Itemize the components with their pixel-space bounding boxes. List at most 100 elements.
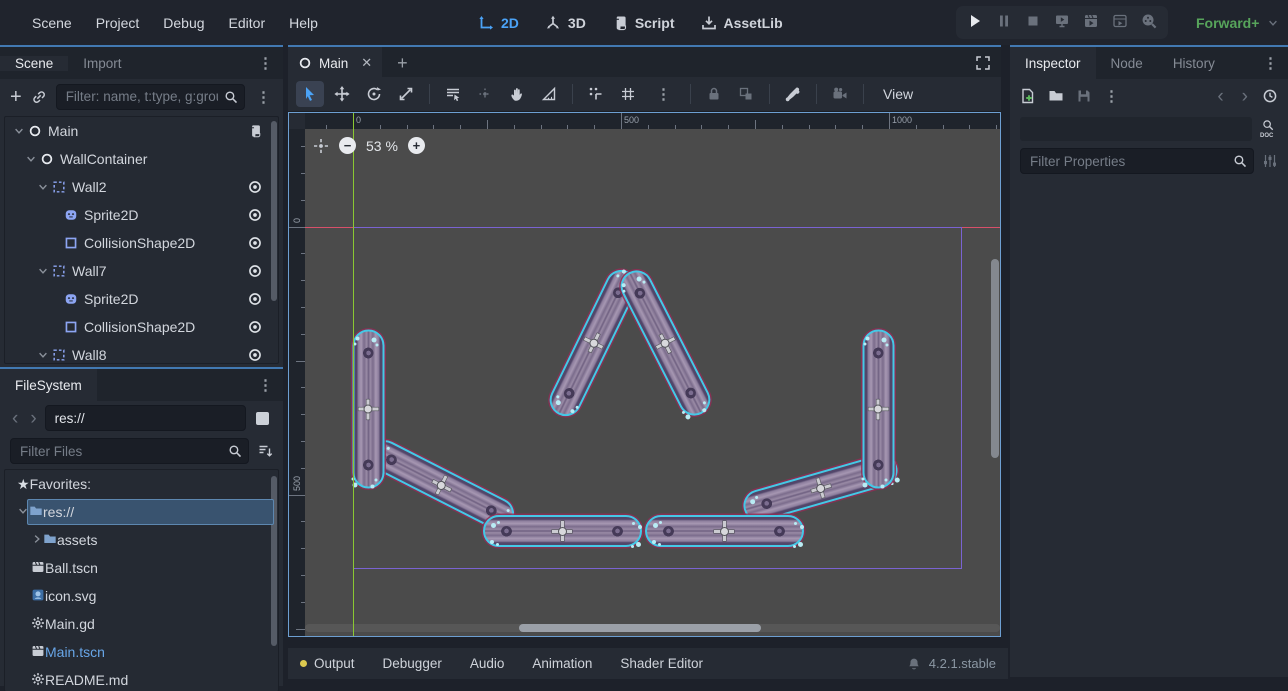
expand-bottom-panel-icon[interactable] — [975, 55, 991, 71]
expand-chevron-icon[interactable] — [37, 181, 52, 193]
resource-extra-menu-icon[interactable]: ⋮ — [1104, 87, 1119, 105]
scene-tree-scrollbar[interactable] — [271, 121, 277, 301]
tab-main-scene[interactable]: Main ✕ — [288, 47, 382, 79]
expand-chevron-icon[interactable] — [17, 504, 29, 520]
visibility-eye-icon[interactable] — [248, 292, 262, 306]
remote-debug-button[interactable] — [1054, 13, 1070, 32]
attached-script-icon[interactable] — [248, 124, 262, 138]
file-item-icon-svg[interactable]: icon.svg — [5, 582, 278, 610]
file-item-res-[interactable]: res:// — [5, 498, 278, 526]
new-resource-icon[interactable] — [1020, 88, 1036, 104]
expand-chevron-icon[interactable] — [37, 349, 52, 361]
instance-scene-link-icon[interactable] — [31, 89, 47, 105]
tree-item-sprite2d[interactable]: Sprite2D — [5, 201, 278, 229]
file-item-main-tscn[interactable]: Main.tscn — [5, 638, 278, 666]
pan-tool-button[interactable] — [503, 81, 531, 107]
scene-filter-input[interactable] — [56, 84, 245, 110]
camera-override-tool-button[interactable] — [826, 81, 854, 107]
play-button[interactable] — [967, 13, 983, 32]
wall-left-vertical[interactable] — [352, 330, 384, 489]
menu-project[interactable]: Project — [84, 15, 152, 31]
property-filter-input[interactable] — [1020, 148, 1254, 174]
pause-button[interactable] — [996, 13, 1012, 32]
expand-chevron-icon[interactable] — [25, 153, 40, 165]
new-scene-tab-button[interactable]: + — [382, 47, 423, 79]
menu-help[interactable]: Help — [277, 15, 330, 31]
play-current-scene-button[interactable] — [1083, 13, 1099, 32]
list-select-tool-button[interactable] — [439, 81, 467, 107]
bottom-tab-shader-editor[interactable]: Shader Editor — [620, 656, 703, 671]
tree-item-wall2[interactable]: Wall2 — [5, 173, 278, 201]
position-snap-tool-button[interactable] — [471, 81, 499, 107]
close-scene-tab-icon[interactable]: ✕ — [361, 55, 372, 71]
play-custom-scene-button[interactable] — [1112, 13, 1128, 32]
tab-node[interactable]: Node — [1096, 47, 1158, 79]
nav-back-icon[interactable]: ‹ — [8, 409, 22, 428]
bottom-tab-debugger[interactable]: Debugger — [383, 656, 442, 671]
inspector-dock-menu-icon[interactable]: ⋮ — [1253, 54, 1288, 72]
save-resource-icon[interactable] — [1076, 88, 1092, 104]
edit-history-icon[interactable] — [1262, 88, 1278, 104]
grid-snap-tool-button[interactable] — [614, 81, 642, 107]
movie-maker-button[interactable] — [1141, 13, 1157, 32]
context-assetlib[interactable]: AssetLib — [701, 15, 783, 31]
file-item-readme-md[interactable]: README.md — [5, 666, 278, 691]
expand-chevron-icon[interactable] — [37, 265, 52, 277]
rotate-tool-button[interactable] — [360, 81, 388, 107]
tab-import[interactable]: Import — [68, 56, 136, 71]
visibility-eye-icon[interactable] — [248, 320, 262, 334]
smart-snap-tool-button[interactable] — [582, 81, 610, 107]
canvas-hscroll-thumb[interactable] — [519, 624, 761, 632]
expand-chevron-icon[interactable] — [31, 532, 43, 548]
history-forward-icon[interactable]: › — [1238, 87, 1252, 106]
tab-filesystem[interactable]: FileSystem — [0, 369, 97, 401]
tab-scene[interactable]: Scene — [0, 56, 68, 71]
menu-scene[interactable]: Scene — [20, 15, 84, 31]
tree-item-wall7[interactable]: Wall7 — [5, 257, 278, 285]
context-3d[interactable]: 3D — [545, 15, 586, 31]
zoom-in-button[interactable]: + — [408, 137, 425, 154]
tree-item-collisionshape2d[interactable]: CollisionShape2D — [5, 229, 278, 257]
zoom-out-button[interactable]: − — [339, 137, 356, 154]
file-item-ball-tscn[interactable]: Ball.tscn — [5, 554, 278, 582]
tree-item-wall8[interactable]: Wall8 — [5, 341, 278, 364]
stop-button[interactable] — [1025, 13, 1041, 32]
resource-path-input[interactable] — [45, 405, 246, 431]
visibility-eye-icon[interactable] — [248, 208, 262, 222]
sort-files-icon[interactable] — [257, 443, 273, 459]
history-back-icon[interactable]: ‹ — [1213, 87, 1227, 106]
tree-item-wallcontainer[interactable]: WallContainer — [5, 145, 278, 173]
view-menu-button[interactable]: View — [873, 86, 923, 102]
toggle-split-mode-button[interactable] — [256, 412, 269, 425]
visibility-eye-icon[interactable] — [248, 180, 262, 194]
menu-debug[interactable]: Debug — [151, 15, 216, 31]
move-tool-button[interactable] — [328, 81, 356, 107]
bottom-tab-output[interactable]: Output — [300, 656, 355, 671]
expand-chevron-icon[interactable] — [13, 125, 28, 137]
wall-bottom-left[interactable] — [483, 515, 642, 547]
visibility-eye-icon[interactable] — [248, 236, 262, 250]
context-2d[interactable]: 2D — [478, 15, 519, 31]
select-tool-button[interactable] — [296, 81, 324, 107]
tree-item-collisionshape2d[interactable]: CollisionShape2D — [5, 313, 278, 341]
menu-editor[interactable]: Editor — [217, 15, 278, 31]
skeleton-tool-button[interactable] — [779, 81, 807, 107]
add-node-button[interactable]: + — [10, 87, 22, 107]
snap-options-menu-icon[interactable]: ⋮ — [646, 85, 681, 103]
group-tool-button[interactable] — [732, 81, 760, 107]
nav-forward-icon[interactable]: › — [26, 409, 40, 428]
file-item-favorites-[interactable]: ★Favorites: — [5, 470, 278, 498]
center-view-icon[interactable] — [313, 138, 329, 154]
open-docs-icon[interactable]: DOC — [1260, 120, 1278, 138]
zoom-percent-label[interactable]: 53 % — [366, 138, 398, 154]
scene-dock-menu-icon[interactable]: ⋮ — [248, 54, 283, 72]
scale-tool-button[interactable] — [392, 81, 420, 107]
canvas-vscroll-thumb[interactable] — [991, 259, 999, 458]
wall-right-vertical[interactable] — [862, 330, 894, 489]
visibility-eye-icon[interactable] — [248, 348, 262, 362]
ruler-tool-button[interactable] — [535, 81, 563, 107]
file-filter-input[interactable] — [10, 438, 249, 464]
filesystem-dock-menu-icon[interactable]: ⋮ — [248, 376, 283, 394]
tab-inspector[interactable]: Inspector — [1010, 47, 1096, 79]
visibility-eye-icon[interactable] — [248, 264, 262, 278]
